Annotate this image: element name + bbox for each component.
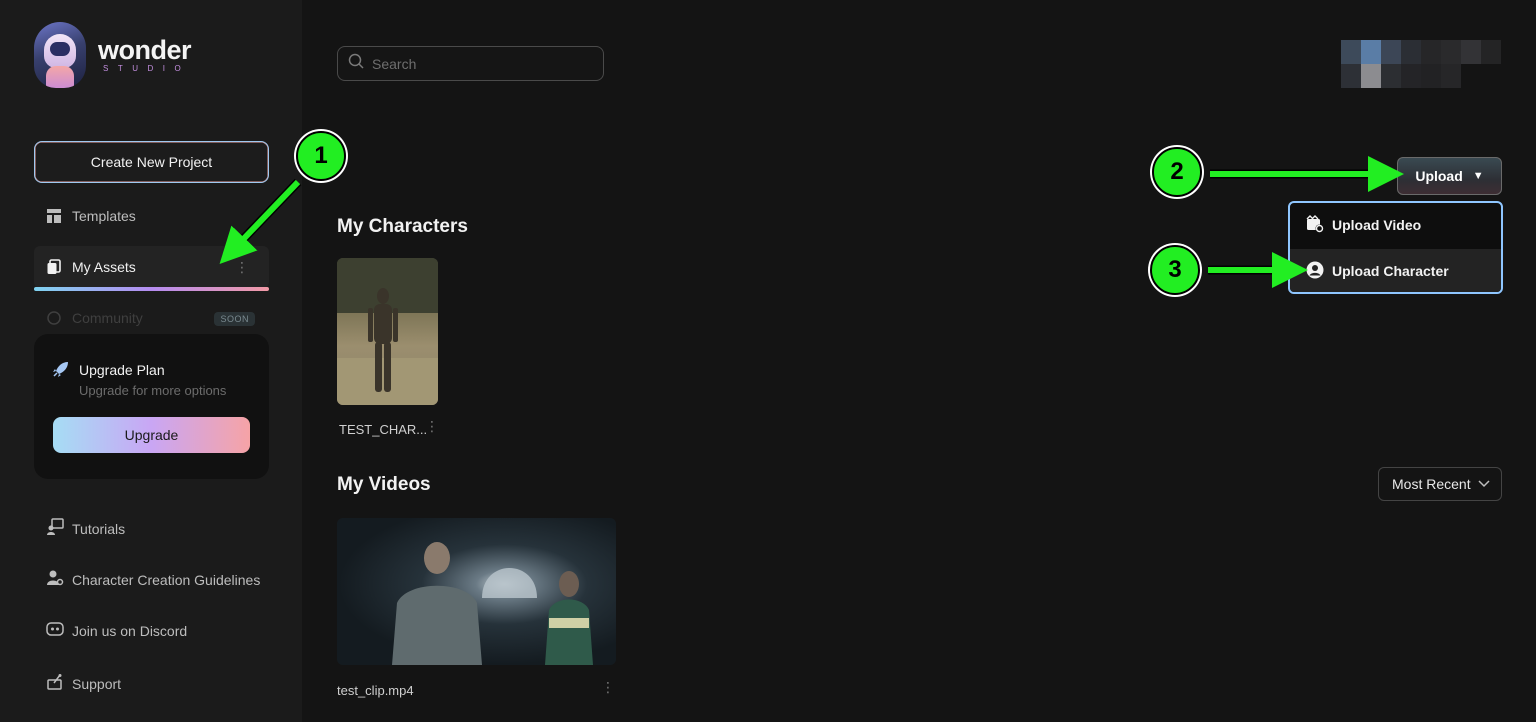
more-options-icon[interactable]: ⋮ — [425, 418, 439, 435]
more-options-icon[interactable]: ⋮ — [601, 679, 615, 696]
sidebar: wonder STUDIO Create New Project Templat… — [0, 0, 302, 722]
character-name: TEST_CHAR... — [339, 422, 428, 437]
caret-down-icon: ▼ — [1472, 170, 1484, 182]
soon-badge: SOON — [214, 312, 255, 326]
user-settings-icon — [46, 569, 64, 590]
menu-item-label: Upload Video — [1332, 217, 1422, 233]
search-icon — [348, 53, 364, 74]
upload-button-label: Upload — [1415, 168, 1463, 184]
search-input[interactable] — [372, 55, 592, 72]
avatar[interactable] — [1341, 40, 1501, 88]
annotation-step-3: 3 — [1150, 245, 1200, 295]
sidebar-item-discord[interactable]: Join us on Discord — [46, 620, 187, 641]
videos-section-title: My Videos — [337, 474, 431, 495]
menu-item-label: Upload Character — [1332, 263, 1449, 279]
upgrade-title: Upgrade Plan — [79, 362, 165, 378]
annotation-step-1: 1 — [296, 131, 346, 181]
sidebar-item-label: Join us on Discord — [72, 622, 188, 639]
assets-icon — [46, 259, 62, 275]
upgrade-button[interactable]: Upgrade — [53, 417, 250, 453]
more-options-icon[interactable]: ⋮ — [235, 259, 249, 276]
sidebar-item-community: Community SOON — [34, 300, 269, 336]
video-upload-icon — [1306, 214, 1324, 236]
sidebar-item-tutorials[interactable]: Tutorials — [46, 518, 125, 539]
chevron-down-icon — [1477, 476, 1491, 493]
support-icon — [46, 673, 64, 694]
sidebar-item-label: Character Creation Guidelines — [72, 571, 261, 588]
upload-dropdown-menu: Upload Video Upload Character — [1288, 201, 1503, 294]
sidebar-item-label: My Assets — [72, 259, 136, 275]
sidebar-item-label: Support — [72, 675, 122, 692]
rocket-icon — [52, 360, 70, 383]
logo-icon — [34, 22, 86, 88]
annotation-step-2: 2 — [1152, 147, 1202, 197]
brand-subtitle: STUDIO — [103, 64, 191, 73]
video-thumbnail[interactable] — [337, 518, 616, 665]
upgrade-subtitle: Upgrade for more options — [79, 383, 227, 398]
upgrade-card: Upgrade Plan Upgrade for more options Up… — [34, 334, 269, 479]
upload-button[interactable]: Upload ▼ — [1397, 157, 1502, 195]
sort-dropdown[interactable]: Most Recent — [1378, 467, 1502, 501]
create-new-project-button[interactable]: Create New Project — [34, 141, 269, 183]
sidebar-item-my-assets[interactable]: My Assets ⋮ — [34, 246, 269, 288]
character-thumbnail[interactable] — [337, 258, 438, 405]
templates-icon — [46, 208, 62, 224]
sidebar-item-templates[interactable]: Templates — [34, 196, 269, 236]
sidebar-item-support[interactable]: Support — [46, 673, 121, 694]
sidebar-item-character-guidelines[interactable]: Character Creation Guidelines — [46, 569, 260, 590]
active-indicator — [34, 287, 269, 291]
characters-section-title: My Characters — [337, 216, 468, 237]
community-icon — [46, 310, 62, 326]
discord-icon — [46, 620, 64, 641]
tutorials-icon — [46, 518, 64, 539]
menu-item-upload-character[interactable]: Upload Character — [1290, 249, 1501, 292]
video-name: test_clip.mp4 — [337, 683, 414, 698]
sidebar-item-label: Templates — [72, 208, 136, 224]
sidebar-item-label: Tutorials — [72, 520, 126, 537]
menu-item-upload-video[interactable]: Upload Video — [1290, 203, 1501, 247]
user-circle-icon — [1306, 261, 1324, 282]
sidebar-item-label: Community — [72, 310, 143, 326]
search-bar[interactable] — [337, 46, 604, 81]
sort-label: Most Recent — [1392, 476, 1471, 492]
brand-name: wonder — [98, 35, 192, 65]
